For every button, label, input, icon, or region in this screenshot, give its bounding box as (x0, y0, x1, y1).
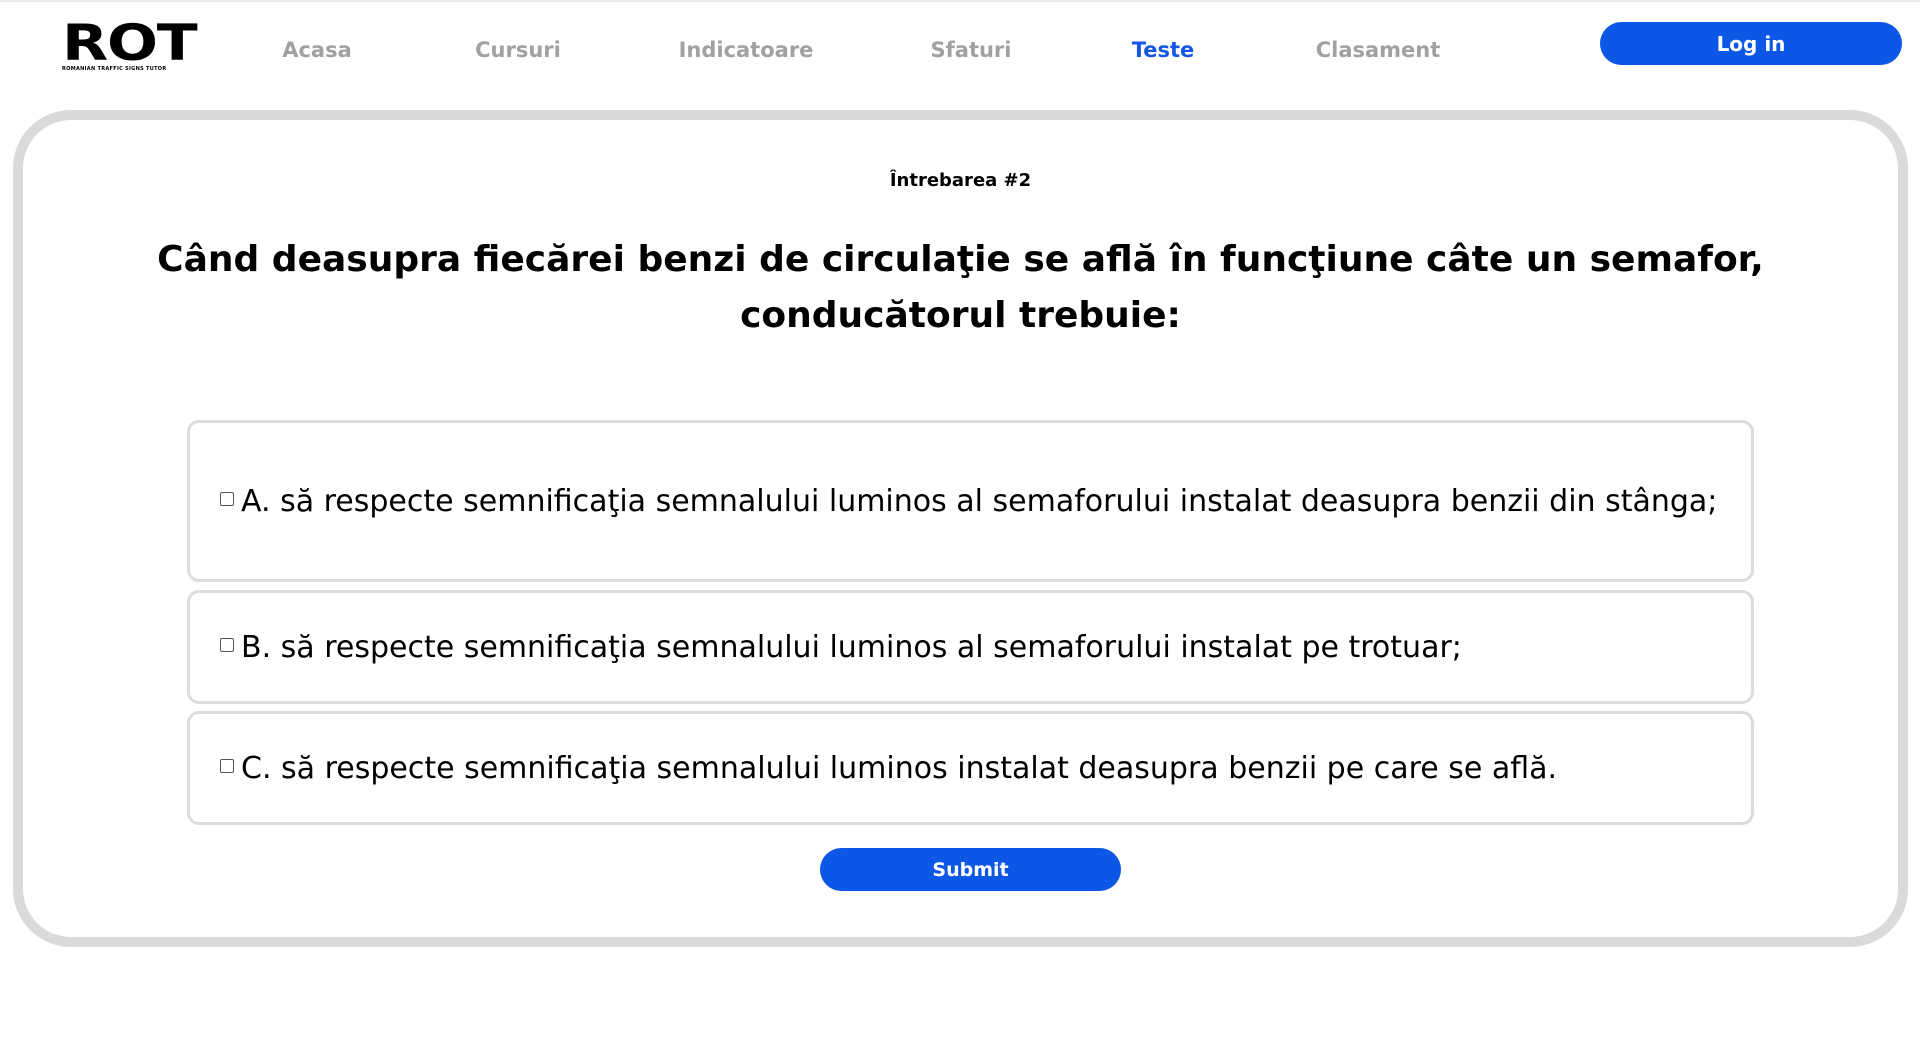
answer-option-a[interactable]: A. să respecte semnificaţia semnalului l… (187, 420, 1754, 582)
question-number: Întrebarea #2 (889, 170, 1032, 191)
nav-link-acasa[interactable]: Acasa (282, 32, 352, 68)
answer-checkbox-c[interactable] (220, 759, 234, 773)
answer-option-a-content: A. să respecte semnificaţia semnalului l… (220, 478, 1717, 525)
answer-option-c[interactable]: C. să respecte semnificaţia semnalului l… (187, 711, 1754, 825)
answer-option-b-content: B. să respecte semnificaţia semnalului l… (220, 624, 1462, 671)
nav-link-teste[interactable]: Teste (1132, 32, 1195, 68)
question-text: Când deasupra fiecărei benzi de circulaţ… (157, 239, 1764, 336)
answer-option-b-text: B. să respecte semnificaţia semnalului l… (241, 629, 1462, 665)
login-button[interactable]: Log in (1600, 22, 1902, 65)
top-divider (0, 0, 1920, 2)
answer-checkbox-b[interactable] (220, 638, 234, 652)
nav-link-cursuri[interactable]: Cursuri (475, 32, 561, 68)
submit-button[interactable]: Submit (820, 848, 1121, 891)
answer-option-c-text: C. să respecte semnificaţia semnalului l… (241, 750, 1558, 786)
answer-option-b[interactable]: B. să respecte semnificaţia semnalului l… (187, 590, 1754, 704)
nav-link-clasament[interactable]: Clasament (1316, 32, 1441, 68)
quiz-card: Întrebarea #2 Când deasupra fiecărei ben… (13, 110, 1908, 947)
answer-option-c-content: C. să respecte semnificaţia semnalului l… (220, 745, 1557, 792)
answer-checkbox-a[interactable] (220, 492, 234, 506)
nav-link-indicatoare[interactable]: Indicatoare (679, 32, 814, 68)
answer-option-a-text: A. să respecte semnificaţia semnalului l… (241, 483, 1718, 519)
nav-link-sfaturi[interactable]: Sfaturi (931, 32, 1012, 68)
